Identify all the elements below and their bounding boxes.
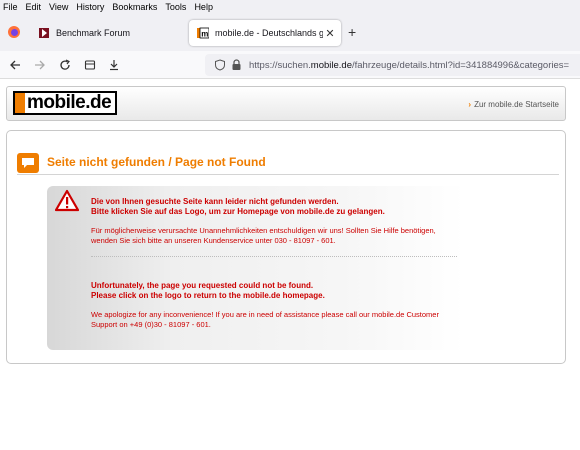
error-sub-de: Für möglicherweise verursachte Unannehml… [91, 226, 436, 245]
error-content-box: Seite nicht gefunden / Page not Found Di… [6, 130, 566, 364]
page-title: Seite nicht gefunden / Page not Found [47, 155, 266, 169]
back-icon[interactable] [7, 57, 23, 73]
reload-icon[interactable] [57, 57, 73, 73]
tab-title: Benchmark Forum [56, 28, 131, 38]
close-tab-icon[interactable]: ✕ [323, 27, 337, 40]
site-header: mobile.de › Zur mobile.de Startseite [6, 86, 566, 121]
error-main-de: Die von Ihnen gesuchte Seite kann leider… [91, 197, 385, 216]
menu-bar: File Edit View History Bookmarks Tools H… [0, 0, 580, 14]
tab-benchmark-forum[interactable]: Benchmark Forum [30, 20, 185, 46]
startpage-link[interactable]: › Zur mobile.de Startseite [468, 100, 559, 109]
chevron-right-icon: › [468, 100, 472, 109]
menu-help[interactable]: Help [190, 2, 217, 12]
mobile-de-logo[interactable]: mobile.de [13, 91, 117, 115]
divider [91, 256, 457, 257]
menu-tools[interactable]: Tools [161, 2, 190, 12]
url-suffix: /fahrzeuge/details.html?id=341884996&cat… [352, 59, 570, 71]
forward-icon[interactable] [32, 57, 48, 73]
firefox-menu-icon[interactable] [4, 22, 24, 42]
new-tab-button[interactable]: + [348, 24, 356, 40]
error-page-icon [17, 153, 39, 173]
tracking-protection-shield-icon[interactable] [214, 59, 226, 71]
url-domain: mobile.de [310, 59, 352, 71]
menu-view[interactable]: View [45, 2, 72, 12]
tab-mobile-de[interactable]: m mobile.de - Deutschlands größter Fahrz… [189, 20, 341, 46]
lock-icon[interactable] [231, 59, 242, 71]
page-content: mobile.de › Zur mobile.de Startseite Seit… [0, 80, 580, 450]
menu-bookmarks[interactable]: Bookmarks [108, 2, 161, 12]
url-prefix: https://suchen. [249, 59, 311, 71]
menu-file[interactable]: File [0, 2, 22, 12]
error-main-en: Unfortunately, the page you requested co… [91, 281, 325, 300]
warning-icon [55, 189, 79, 212]
menu-history[interactable]: History [72, 2, 108, 12]
mobile-de-favicon-icon: m [197, 27, 209, 39]
svg-text:m: m [201, 29, 208, 38]
navigation-bar: https://suchen. mobile.de/fahrzeuge/detai… [0, 51, 580, 79]
reader-view-icon[interactable] [82, 57, 98, 73]
benchmark-favicon-icon [39, 28, 49, 38]
startpage-link-label: Zur mobile.de Startseite [474, 100, 559, 109]
tab-title: mobile.de - Deutschlands größter Fahrzeu… [215, 28, 323, 38]
error-message-box: Die von Ihnen gesuchte Seite kann leider… [47, 186, 465, 350]
address-bar[interactable]: https://suchen. mobile.de/fahrzeuge/detai… [205, 54, 580, 76]
downloads-icon[interactable] [106, 57, 122, 73]
error-title-row: Seite nicht gefunden / Page not Found [17, 151, 559, 175]
error-sub-en: We apologize for any inconvenience! If y… [91, 310, 439, 329]
menu-edit[interactable]: Edit [22, 2, 46, 12]
tab-strip: Benchmark Forum m mobile.de - Deutschlan… [0, 14, 580, 51]
logo-text: mobile.de [27, 92, 112, 113]
logo-orange-bar [15, 93, 25, 113]
